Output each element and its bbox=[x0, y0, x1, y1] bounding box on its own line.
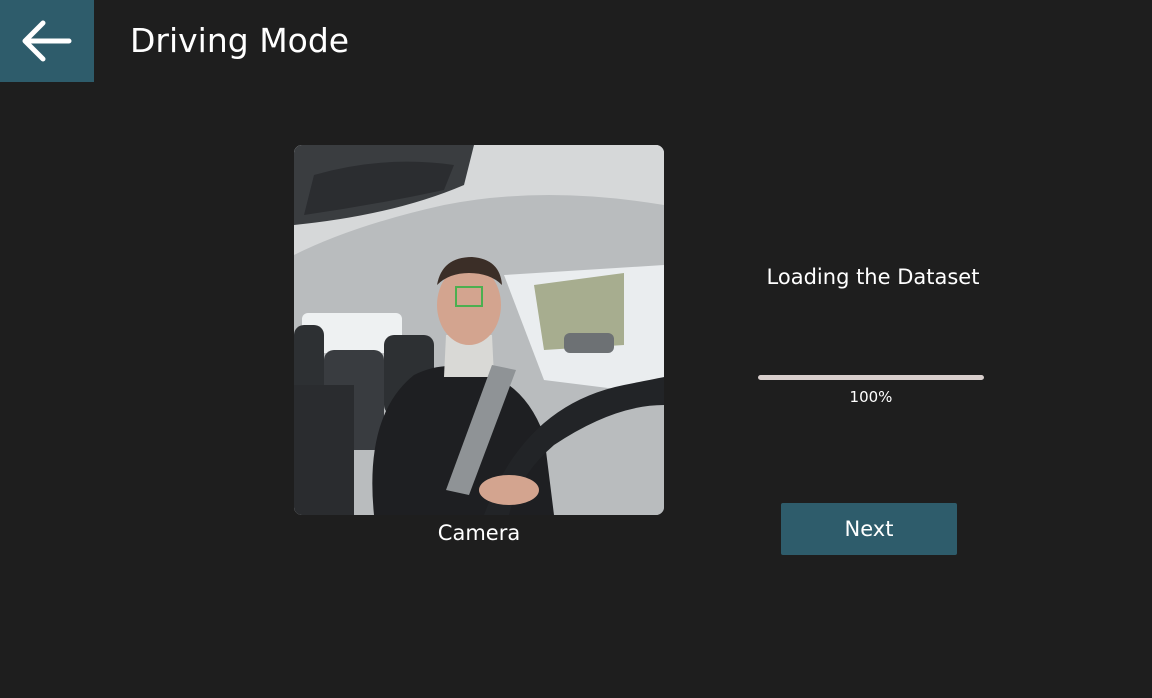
progress-fill bbox=[758, 375, 984, 380]
loading-status: Loading the Dataset bbox=[766, 265, 980, 289]
camera-image bbox=[294, 145, 664, 515]
next-button[interactable]: Next bbox=[781, 503, 957, 555]
page-title: Driving Mode bbox=[130, 21, 350, 60]
back-button[interactable] bbox=[0, 0, 94, 82]
camera-feed bbox=[294, 145, 664, 515]
progress-percent: 100% bbox=[849, 388, 893, 406]
camera-label: Camera bbox=[437, 521, 521, 545]
driving-mode-screen: Driving Mode Camera Loading the Dataset … bbox=[0, 0, 1152, 698]
progress-bar bbox=[758, 375, 984, 380]
arrow-left-icon bbox=[22, 20, 72, 62]
